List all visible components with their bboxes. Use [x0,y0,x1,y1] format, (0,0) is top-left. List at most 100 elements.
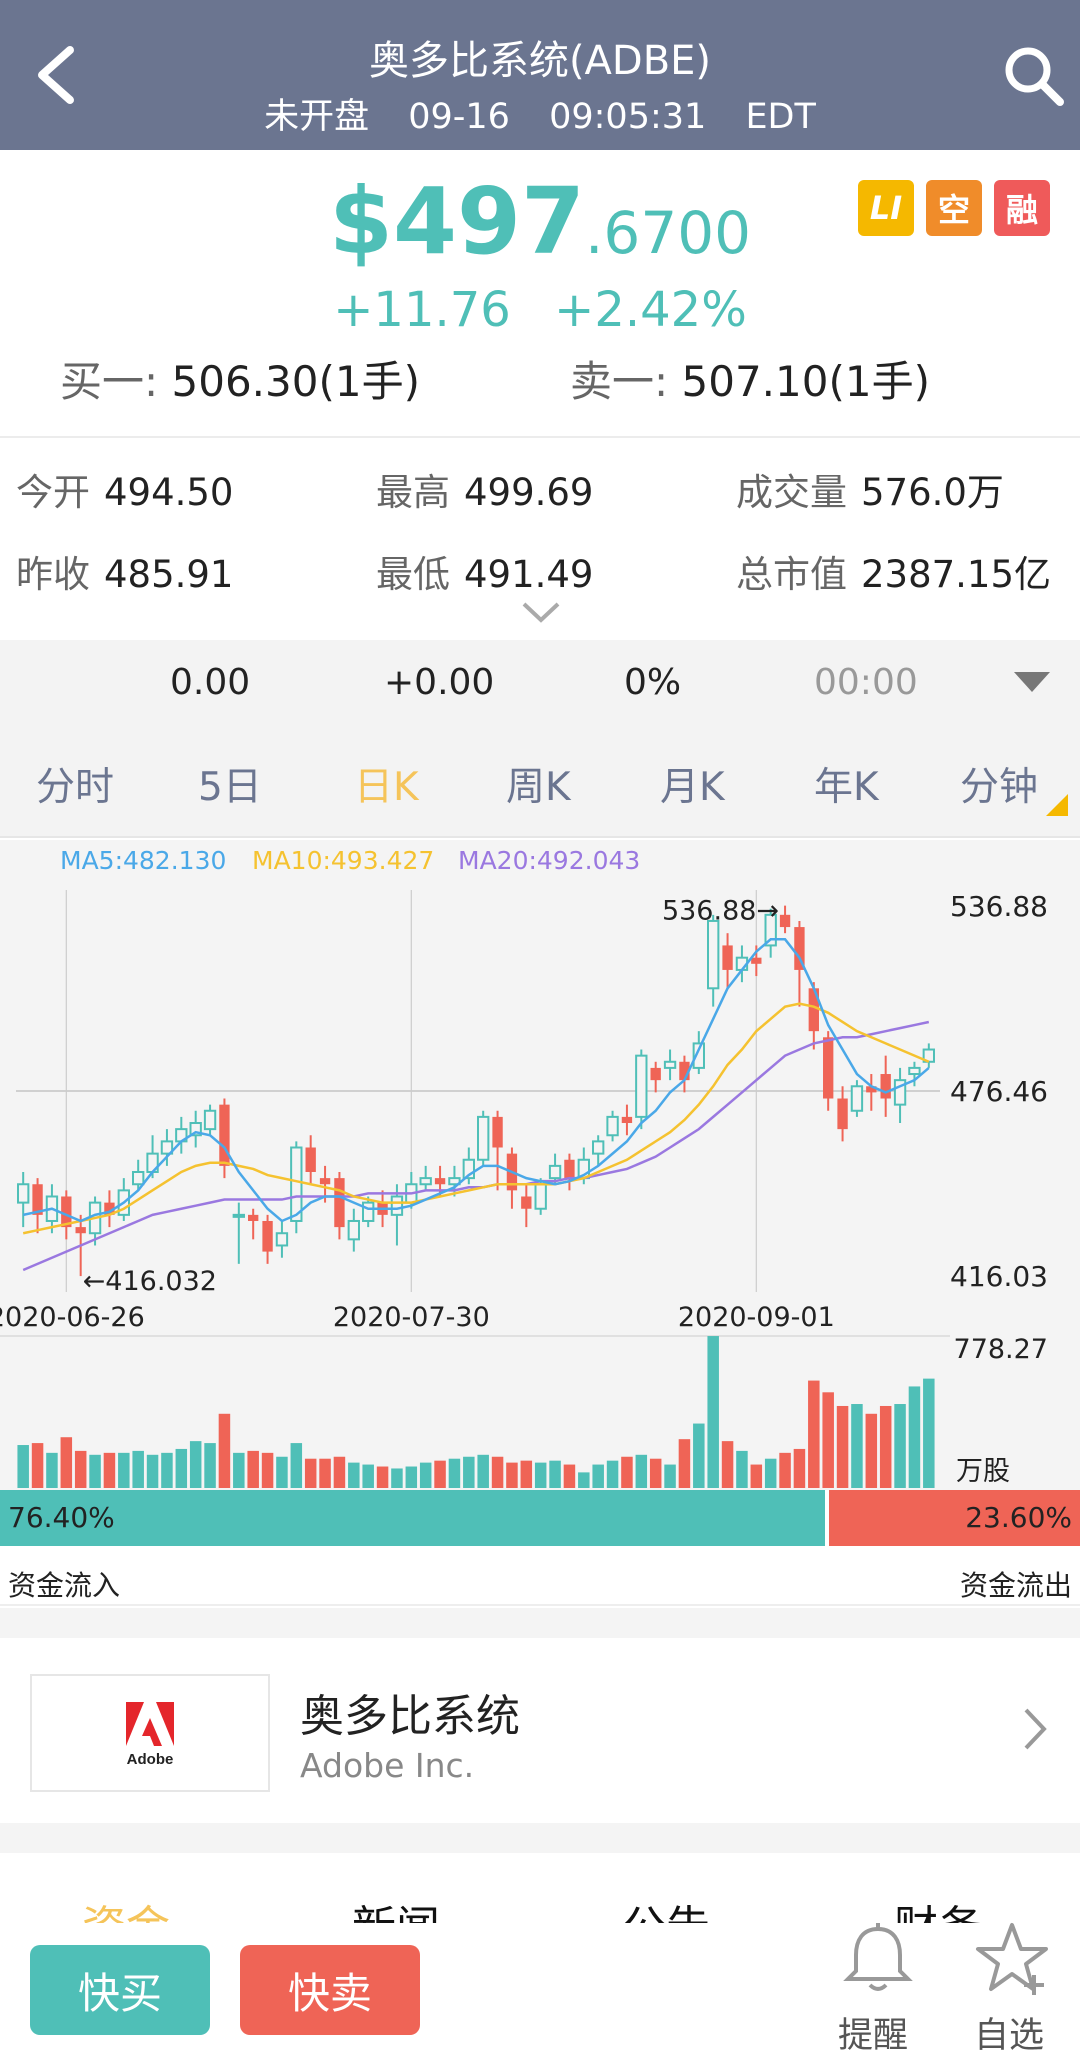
open-value: 494.50 [104,471,234,514]
volume-bar [46,1452,58,1488]
ask-value: 507.10(1手) [681,357,930,406]
market-cap-label: 总市值 [736,553,847,596]
company-english-name: Adobe Inc. [300,1746,475,1785]
volume-bar [276,1456,288,1488]
tab-5day[interactable]: 5日 [198,756,262,812]
company-card[interactable]: Adobe 奥多比系统 Adobe Inc. [0,1638,1080,1823]
tab-announcements[interactable]: 公告 [622,1891,710,1923]
alert-label[interactable]: 提醒 [838,2007,908,2058]
candle-body-down [779,914,791,928]
volume-bar [592,1464,604,1488]
fund-inflow-segment: 76.40% [0,1490,826,1546]
tab-funds[interactable]: 资金 [82,1891,170,1923]
candle-body-down [262,1220,273,1252]
ma20-line [22,1020,930,1272]
volume-bar [31,1443,44,1488]
crosshair-readout: 0.00 +0.00 0% 00:00 [0,640,1080,726]
candle-body-down [434,1178,446,1185]
volume-bar [348,1462,360,1488]
volume-bar [635,1454,648,1488]
short-badge[interactable]: 空 [926,180,982,236]
volume-bar [132,1450,144,1488]
candle-body-down [75,1227,86,1234]
candle-body-up [203,1109,217,1131]
section-gap [0,1608,1080,1638]
candle-body-up [290,1146,303,1222]
ask-label: 卖一: [570,357,669,406]
adobe-logo-icon: Adobe [126,1702,174,1768]
tab-news[interactable]: 新闻 [352,1891,440,1923]
volume-bar [664,1464,676,1488]
volume-bar [563,1464,576,1488]
stat-volume: 成交量 576.0万 [736,462,1004,516]
high-value: 499.69 [464,471,594,514]
volume-bar [779,1452,791,1488]
watchlist-label[interactable]: 自选 [974,2007,1044,2058]
quote-date: 09-16 [408,97,510,137]
market-status: 未开盘 09-16 09:05:31 EDT [0,88,1080,139]
volume-bar [678,1439,691,1488]
margin-badge[interactable]: 融 [994,180,1050,236]
candle-body-up [592,1140,605,1155]
stat-market-cap: 总市值 2387.15亿 [736,544,1051,598]
li-badge[interactable]: LI [858,180,914,236]
star-add-icon[interactable] [972,1919,1052,1999]
volume-bar [175,1448,188,1488]
price-decimal: .6700 [585,199,752,267]
market-cap-value: 2387.15亿 [861,553,1052,596]
tab-daily-k[interactable]: 日K [354,756,419,812]
kline-chart[interactable]: MA5:482.130 MA10:493.427 MA20:492.043 53… [0,840,1080,1490]
quick-sell-button[interactable]: 快卖 [240,1945,420,2035]
quick-buy-button[interactable]: 快买 [30,1945,210,2035]
fund-flow-labels: 资金流入 资金流出 [0,1546,1080,1606]
volume-bar [908,1386,921,1488]
caret-down-icon[interactable] [1014,672,1050,694]
x-tick-label: 2020-09-01 [678,1302,835,1333]
volume-bar [118,1452,130,1488]
tab-minute[interactable]: 分钟 [960,756,1038,812]
chevron-down-icon[interactable] [520,598,562,626]
candle-body-down [650,1067,661,1081]
volume-bar [764,1458,777,1488]
volume-bar [793,1448,806,1488]
app-header: 奥多比系统(ADBE) 未开盘 09-16 09:05:31 EDT [0,0,1080,150]
search-icon[interactable] [1002,44,1066,108]
chevron-right-icon[interactable] [1020,1704,1050,1754]
volume-bar [261,1452,274,1488]
readout-time: 00:00 [814,662,918,703]
volume-bar [851,1404,863,1488]
min-price-annotation: ←416.032 [83,1266,217,1297]
badge-group: LI 空 融 [858,180,1050,236]
volume-bar [434,1460,446,1488]
fund-flow-bar: 76.40% 23.60% [0,1490,1080,1546]
low-value: 491.49 [464,553,594,596]
tab-yearly-k[interactable]: 年K [814,756,879,812]
candle-body-down [248,1214,259,1221]
candle-body-up [390,1195,404,1216]
tab-monthly-k[interactable]: 月K [660,756,725,812]
candle-body-down [621,1116,633,1124]
volume-bar [477,1454,489,1488]
volume-bar [304,1458,317,1488]
bid-value: 506.30(1手) [171,357,420,406]
outflow-label: 资金流出 [959,1569,1072,1602]
tab-intraday[interactable]: 分时 [36,756,114,812]
volume-bar [649,1458,662,1488]
low-label: 最低 [376,553,450,596]
tab-weekly-k[interactable]: 周K [506,756,571,812]
volume-bar [721,1441,734,1488]
volume-bar [923,1378,935,1488]
bell-icon[interactable] [838,1919,918,1999]
candle-body-up [548,1164,562,1180]
volume-bar [879,1405,892,1488]
candle-body-up [232,1213,245,1218]
inflow-label: 资金流入 [8,1569,121,1602]
volume-bar [161,1452,173,1488]
svg-text:Adobe: Adobe [127,1751,174,1768]
volume-bar [103,1452,116,1488]
price-change: +11.76 +2.42% [0,282,1080,338]
candle-body-up [606,1115,619,1137]
volume-bar [319,1458,331,1488]
volume-bar [808,1380,820,1488]
candle-body-up [17,1183,30,1204]
